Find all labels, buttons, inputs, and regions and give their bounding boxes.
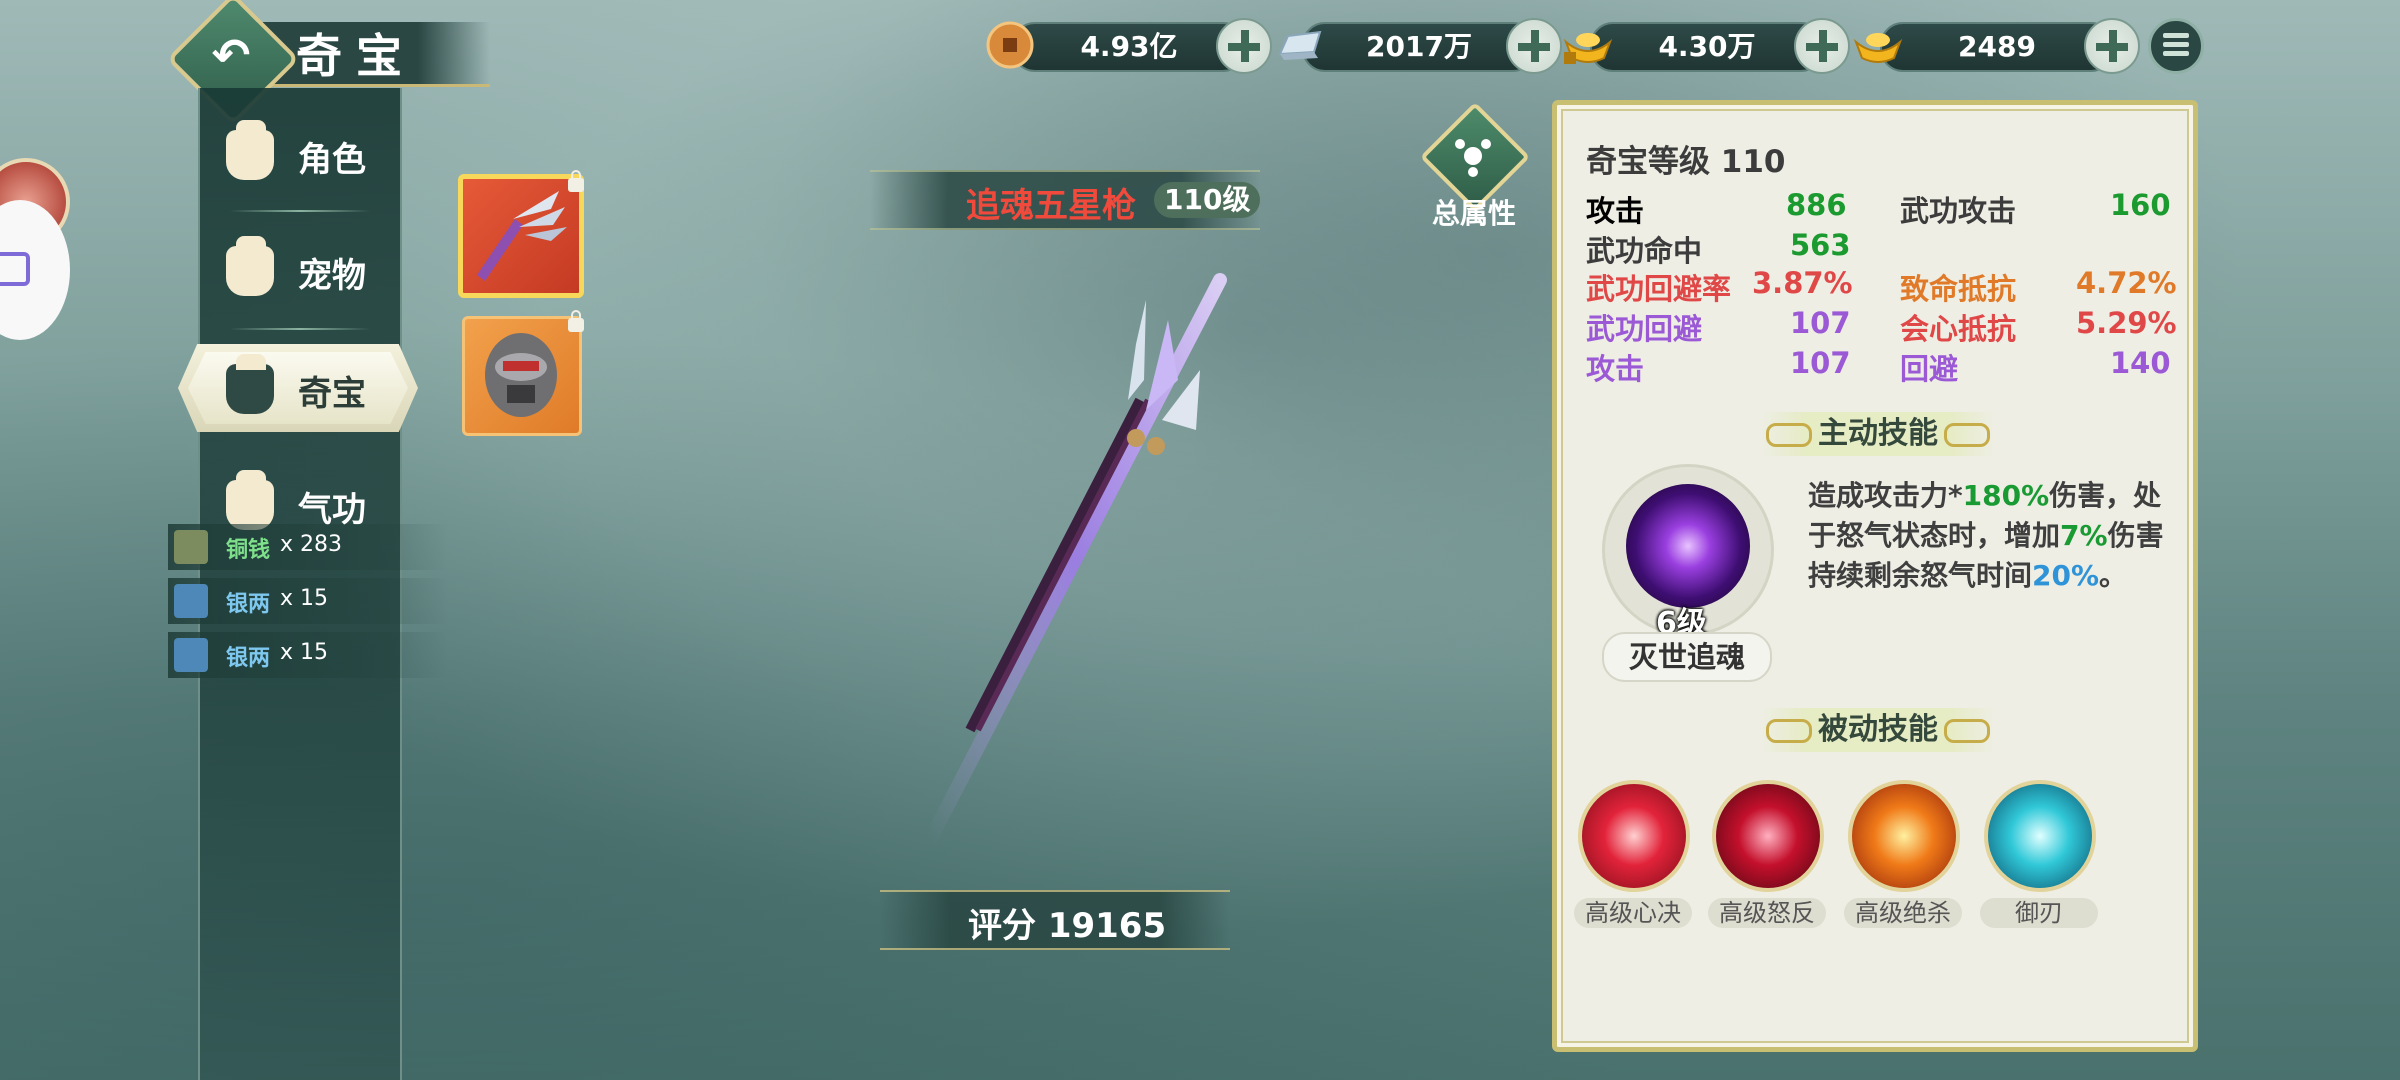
- active-skill-header: 主动技能: [1760, 412, 1996, 456]
- stat-label: 会心抵抗: [1900, 312, 2017, 346]
- fist-icon: [226, 354, 274, 414]
- sidebar-item-pet[interactable]: 宠物: [198, 216, 398, 326]
- stat-label: 武功回避率: [1586, 272, 1732, 306]
- silver-ingot-icon: [174, 584, 208, 618]
- stat-label: 武功回避: [1586, 312, 1703, 346]
- passive-skill-name: 高级心决: [1574, 898, 1692, 928]
- stat-value: 5.29%: [2076, 306, 2177, 340]
- page-title: 奇宝: [296, 29, 416, 83]
- currency-value: 2489: [1880, 22, 2114, 72]
- stat-value: 886: [1786, 188, 1847, 222]
- gold-ingot-icon: [1853, 33, 1903, 63]
- mask-helmet-icon: [485, 333, 557, 417]
- loot-qty: x 283: [280, 532, 343, 557]
- nodes-icon: [1455, 139, 1491, 177]
- currency-value: 4.93亿: [1012, 22, 1246, 72]
- silver-ingot-icon: [174, 638, 208, 672]
- passive-skill-name: 高级绝杀: [1844, 898, 1962, 928]
- passive-skill-eye-icon[interactable]: [1578, 780, 1690, 892]
- spear-weapon-model: [923, 273, 1227, 847]
- sidebar-item-label: 角色: [298, 140, 366, 180]
- gold-ingot-locked-icon: [1563, 33, 1613, 64]
- total-attributes-label: 总属性: [1432, 197, 1517, 230]
- add-copper-button[interactable]: [1216, 18, 1272, 74]
- divider: [230, 328, 370, 330]
- lock-icon: [568, 170, 584, 192]
- passive-skill-name: 高级怒反: [1708, 898, 1826, 928]
- silver-ingot-icon: [1278, 30, 1322, 60]
- cloud-ornament-icon: [1766, 718, 1812, 743]
- passive-skill-name: 御刃: [1980, 898, 2098, 928]
- sidebar-item-character[interactable]: 角色: [198, 100, 398, 210]
- loot-notice: 银两 x 15: [168, 578, 448, 624]
- passive-skill-header: 被动技能: [1760, 708, 1996, 752]
- stat-value: 160: [2110, 188, 2171, 222]
- passive-skill-counter-icon[interactable]: [1712, 780, 1824, 892]
- loot-name: 银两: [226, 646, 271, 671]
- fist-icon: [226, 120, 274, 180]
- stat-value: 3.87%: [1752, 266, 1853, 300]
- stat-label: 攻击: [1586, 352, 1645, 386]
- loot-name: 银两: [226, 592, 271, 617]
- weapon-name: 追魂五星枪: [966, 186, 1136, 226]
- cloud-ornament-icon: [1766, 422, 1812, 447]
- currency-value: 2017万: [1302, 22, 1536, 72]
- active-skill-name: 灭世追魂: [1602, 632, 1772, 682]
- stat-label: 回避: [1900, 352, 1959, 386]
- stat-label: 武功命中: [1586, 234, 1703, 268]
- weapon-level-badge: 110级: [1154, 182, 1261, 218]
- list-menu-button[interactable]: [2148, 18, 2204, 74]
- fist-icon: [226, 470, 274, 530]
- copper-coin-icon: [174, 530, 208, 564]
- cloud-ornament-icon: [1944, 422, 1990, 447]
- stat-value: 4.72%: [2076, 266, 2177, 300]
- treasure-slot-selected[interactable]: [458, 174, 584, 298]
- copper-coin-icon: [986, 21, 1034, 69]
- stat-value: 107: [1790, 346, 1851, 380]
- treasure-slot[interactable]: [462, 316, 582, 436]
- add-gold-button[interactable]: [2084, 18, 2140, 74]
- stat-value: 563: [1790, 228, 1851, 262]
- add-silver-button[interactable]: [1506, 18, 1562, 74]
- claw-weapon-icon: [477, 191, 567, 281]
- cloud-ornament-icon: [1944, 718, 1990, 743]
- passive-skill-fire-icon[interactable]: [1848, 780, 1960, 892]
- sidebar-item-label: 宠物: [298, 256, 366, 296]
- list-icon: [2163, 33, 2189, 38]
- sidebar-item-treasure[interactable]: 奇宝: [198, 334, 398, 444]
- treasure-level: 奇宝等级 110: [1586, 144, 1786, 180]
- stat-label: 武功攻击: [1900, 194, 2017, 228]
- vortex-skill-icon: [1626, 484, 1750, 608]
- loot-notice: 银两 x 15: [168, 632, 448, 678]
- loot-qty: x 15: [280, 640, 329, 665]
- currency-value: 4.30万: [1590, 22, 1824, 72]
- fist-icon: [226, 236, 274, 296]
- passive-skill-shield-icon[interactable]: [1984, 780, 2096, 892]
- stat-label: 攻击: [1586, 194, 1645, 228]
- add-bound-gold-button[interactable]: [1794, 18, 1850, 74]
- loot-qty: x 15: [280, 586, 329, 611]
- sidebar-item-label: 奇宝: [298, 374, 366, 414]
- loot-notice: 铜钱 x 283: [168, 524, 448, 570]
- active-skill-description: 造成攻击力*180%伤害，处于怒气状态时，增加7%伤害持续剩余怒气时间20%。: [1808, 479, 2164, 592]
- stat-label: 致命抵抗: [1900, 272, 2017, 306]
- lock-icon: [568, 310, 584, 332]
- chat-icon: [0, 252, 30, 286]
- divider: [230, 210, 370, 212]
- loot-name: 铜钱: [226, 538, 271, 563]
- stat-value: 140: [2110, 346, 2171, 380]
- back-arrow-icon: ↶: [211, 28, 251, 82]
- stat-value: 107: [1790, 306, 1851, 340]
- score-value: 评分 19165: [968, 906, 1167, 946]
